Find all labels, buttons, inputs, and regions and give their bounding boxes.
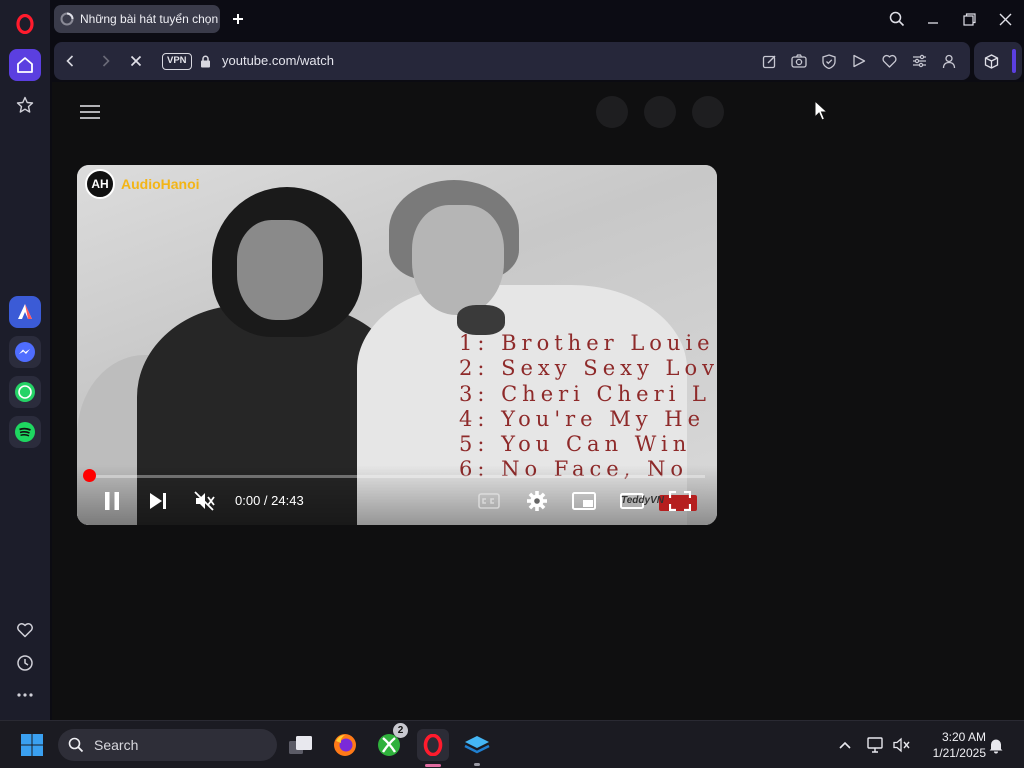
video-player[interactable]: AH AudioHanoi 1: Brother Louie 2: Sexy S… — [77, 165, 717, 525]
whatsapp-icon[interactable] — [9, 376, 41, 408]
pause-button[interactable] — [99, 488, 125, 514]
channel-name: AudioHanoi — [121, 176, 200, 192]
clock-time: 3:20 AM — [941, 730, 986, 744]
history-clock-icon[interactable] — [9, 647, 41, 679]
mute-icon[interactable] — [192, 488, 218, 514]
taskbar-search[interactable]: Search — [58, 729, 277, 761]
close-window-button[interactable] — [993, 8, 1017, 30]
video-frame-shape — [412, 205, 504, 315]
menu-icon[interactable] — [80, 104, 100, 120]
stop-loading-button[interactable] — [126, 51, 146, 71]
tray-overflow-chevron-icon[interactable] — [835, 735, 855, 755]
profile-icon[interactable] — [940, 52, 958, 70]
search-tabs-icon[interactable] — [885, 8, 909, 30]
mouse-cursor-icon — [814, 100, 828, 121]
lock-icon[interactable] — [196, 52, 214, 70]
video-frame-shape — [237, 220, 323, 320]
messenger-icon[interactable] — [9, 336, 41, 368]
send-play-icon[interactable] — [850, 52, 868, 70]
notification-bell-icon[interactable] — [986, 735, 1006, 755]
url-text[interactable]: youtube.com/watch — [222, 53, 334, 68]
sidebar-accent-bar — [1012, 49, 1016, 73]
tab-strip: Những bài hát tuyển chọn — [50, 0, 1024, 40]
track-line: 5: You Can Win — [459, 432, 692, 457]
spotify-icon[interactable] — [9, 416, 41, 448]
miniplayer-button[interactable] — [571, 488, 597, 514]
tracklist-overlay: 1: Brother Louie 2: Sexy Sexy Lov 3: Che… — [459, 331, 717, 483]
track-line: 1: Brother Louie — [459, 331, 715, 355]
captions-button[interactable] — [476, 488, 502, 514]
opera-sidebar — [0, 0, 50, 720]
search-icon — [68, 737, 84, 753]
firefox-icon[interactable] — [329, 729, 361, 761]
clock-date: 1/21/2025 — [932, 746, 986, 760]
task-view-icon[interactable] — [285, 729, 317, 761]
scrubber-handle[interactable] — [83, 469, 96, 482]
easy-setup-icon[interactable] — [910, 52, 928, 70]
extensions-area — [974, 42, 1022, 80]
loading-placeholder — [644, 96, 676, 128]
windows-start-icon[interactable] — [16, 729, 48, 761]
app-stack-icon[interactable] — [461, 729, 493, 766]
search-label: Search — [94, 737, 139, 753]
time-display: 0:00 / 24:43 — [235, 493, 304, 508]
more-icon[interactable] — [9, 679, 41, 711]
tab-youtube[interactable]: Những bài hát tuyển chọn — [54, 5, 220, 33]
aria-app-icon[interactable] — [9, 296, 41, 328]
opera-taskbar-icon[interactable] — [417, 729, 449, 767]
shield-icon[interactable] — [820, 52, 838, 70]
tab-title: Những bài hát tuyển chọn — [80, 12, 218, 26]
next-button[interactable] — [145, 488, 171, 514]
track-line: 4: You're My He — [459, 406, 706, 431]
system-clock[interactable]: 3:20 AM 1/21/2025 — [920, 729, 986, 761]
progress-bar[interactable] — [89, 475, 705, 478]
fullscreen-button[interactable] — [667, 488, 693, 514]
overlay-badge: TeddyVN — [621, 495, 664, 506]
volume-muted-icon[interactable] — [892, 735, 912, 755]
windows-taskbar: Search 2 3:20 AM 1/21/2025 — [0, 720, 1024, 768]
time-total: 24:43 — [271, 493, 304, 508]
loading-placeholder — [596, 96, 628, 128]
home-icon[interactable] — [9, 49, 41, 81]
edit-icon[interactable] — [760, 52, 778, 70]
channel-watermark: AH AudioHanoi — [85, 169, 200, 199]
active-app-indicator — [425, 764, 441, 767]
track-line: 3: Cheri Cheri L — [459, 381, 711, 406]
back-button[interactable] — [60, 51, 80, 71]
loading-spinner-icon — [60, 12, 74, 26]
notification-badge: 2 — [393, 723, 408, 738]
new-tab-button[interactable] — [228, 9, 248, 29]
settings-gear-icon[interactable] — [524, 488, 550, 514]
star-icon[interactable] — [9, 89, 41, 121]
running-app-indicator — [474, 763, 480, 766]
youtube-page: AH AudioHanoi 1: Brother Louie 2: Sexy S… — [52, 82, 1024, 720]
track-line: 2: Sexy Sexy Lov — [459, 356, 717, 381]
vpn-badge[interactable]: VPN — [162, 53, 192, 70]
minimize-button[interactable] — [921, 8, 945, 30]
extensions-cube-icon[interactable] — [982, 52, 1000, 70]
loading-placeholder — [692, 96, 724, 128]
address-bar: VPN youtube.com/watch — [54, 42, 970, 80]
favorite-heart-icon[interactable] — [880, 52, 898, 70]
forward-button[interactable] — [96, 51, 116, 71]
network-icon[interactable] — [866, 735, 886, 755]
restore-button[interactable] — [957, 8, 981, 30]
xbox-icon[interactable]: 2 — [373, 723, 408, 761]
heart-icon[interactable] — [9, 614, 41, 646]
opera-logo-icon[interactable] — [9, 8, 41, 40]
channel-logo: AH — [85, 169, 115, 199]
time-current: 0:00 — [235, 493, 261, 508]
camera-snapshot-icon[interactable] — [790, 52, 808, 70]
